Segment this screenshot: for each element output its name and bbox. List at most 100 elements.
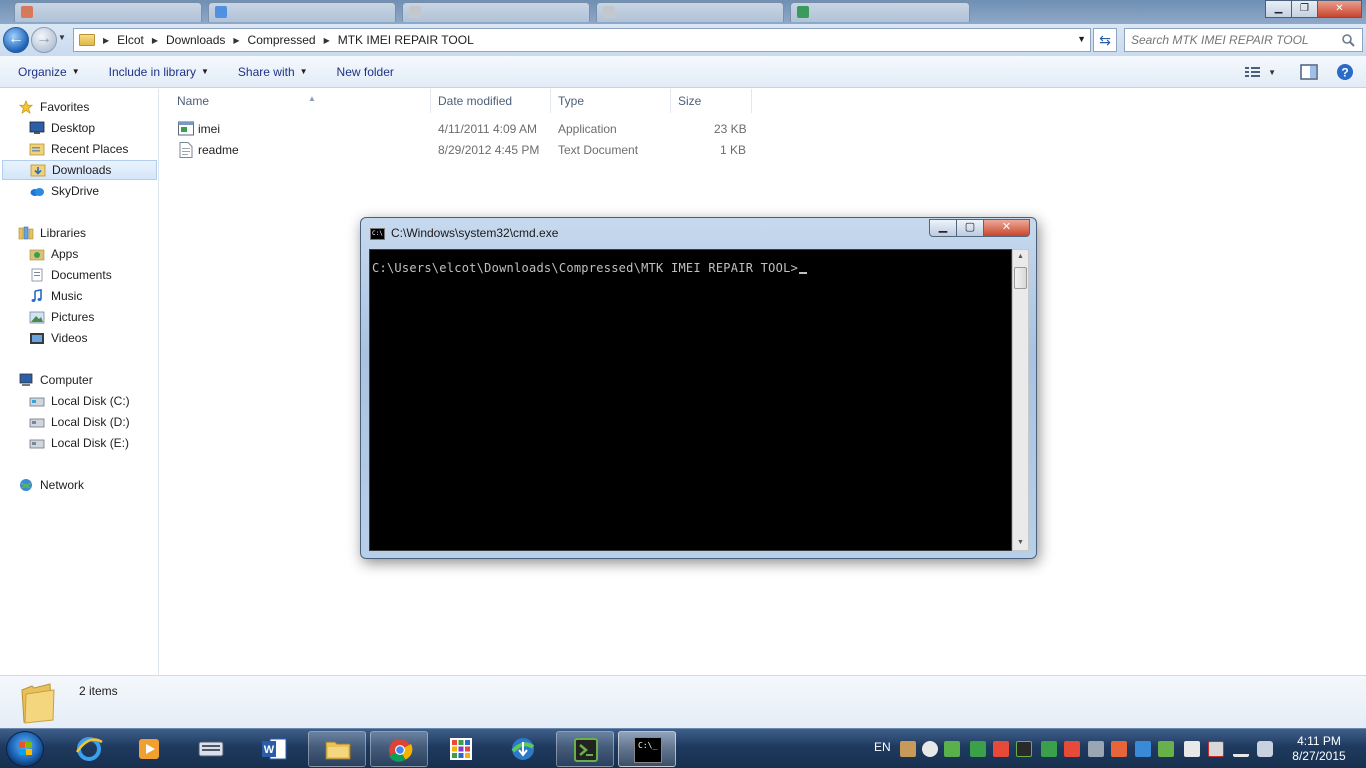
nav-label: Local Disk (E:) [51, 436, 130, 450]
column-header-type[interactable]: Type [552, 89, 671, 113]
network-icon [20, 479, 32, 491]
terminal-app-icon [574, 738, 598, 762]
taskbar-cmd[interactable]: C:\_ [618, 731, 676, 767]
tray-security-icon[interactable] [970, 741, 986, 757]
console-scrollbar[interactable]: ▲ ▼ [1012, 249, 1029, 551]
background-tab[interactable] [790, 2, 970, 22]
breadcrumb-compressed[interactable]: Compressed [248, 33, 316, 47]
nav-label: SkyDrive [51, 184, 100, 198]
cmd-close-button[interactable]: ✕ [983, 219, 1030, 237]
forward-button[interactable]: → [31, 27, 57, 53]
nav-network[interactable]: Network [18, 475, 175, 495]
clock[interactable]: 4:11 PM 8/27/2015 [1284, 734, 1354, 764]
nav-computer[interactable]: Computer [18, 370, 175, 390]
taskbar-media-player[interactable] [120, 731, 178, 767]
tray-app-icon[interactable] [1041, 741, 1057, 757]
nav-label: Apps [51, 247, 79, 261]
chevron-right-icon[interactable]: ▶ [233, 36, 239, 45]
column-header-size[interactable]: Size [672, 89, 752, 113]
taskbar-keyboard-app[interactable] [182, 731, 240, 767]
help-icon[interactable]: ? [1334, 62, 1356, 82]
tray-signal-icon[interactable] [1233, 741, 1249, 757]
nav-downloads[interactable]: Downloads [2, 160, 157, 180]
nav-favorites[interactable]: Favorites [18, 97, 175, 117]
hard-drive-icon [29, 397, 45, 407]
tray-shield-icon[interactable] [993, 741, 1009, 757]
window-controls: ▁ ❐ ✕ [1265, 0, 1362, 18]
include-in-library-menu[interactable]: Include in library ▼ [89, 56, 218, 87]
hard-drive-icon [29, 439, 45, 449]
background-tab[interactable] [402, 2, 590, 22]
tray-device-icon[interactable] [1184, 741, 1200, 757]
language-indicator[interactable]: EN [874, 740, 891, 754]
internet-explorer-icon [75, 737, 103, 761]
taskbar-download-manager[interactable] [494, 731, 552, 767]
taskbar-word[interactable]: W [245, 731, 303, 767]
column-header-date-modified[interactable]: Date modified [432, 89, 551, 113]
cmd-maximize-button[interactable]: ▢ [956, 219, 984, 237]
nav-label: Documents [51, 268, 112, 282]
tray-app-icon[interactable] [944, 741, 960, 757]
view-dropdown-icon[interactable]: ▼ [1268, 68, 1276, 77]
address-bar[interactable]: ▶ Elcot ▶ Downloads ▶ Compressed ▶ MTK IMEI … [73, 28, 1091, 52]
tray-display-icon[interactable] [1088, 741, 1104, 757]
taskbar-apps-grid[interactable] [432, 731, 490, 767]
scroll-up-icon[interactable]: ▲ [1013, 250, 1028, 264]
breadcrumb-current-folder[interactable]: MTK IMEI REPAIR TOOL [338, 33, 474, 47]
download-manager-icon [511, 738, 535, 760]
tray-wireless-icon[interactable] [922, 741, 938, 757]
tray-app-icon[interactable] [1111, 741, 1127, 757]
background-tab[interactable] [596, 2, 784, 22]
new-folder-button[interactable]: New folder [317, 56, 403, 87]
preview-pane-icon[interactable] [1298, 62, 1320, 82]
address-dropdown-icon[interactable]: ▼ [1077, 34, 1086, 44]
background-tab[interactable] [208, 2, 396, 22]
cmd-window[interactable]: C:\ C:\Windows\system32\cmd.exe ▁ ▢ ✕ C:… [360, 217, 1037, 559]
start-button[interactable] [6, 731, 44, 767]
tray-app-icon[interactable] [1064, 741, 1080, 757]
organize-menu[interactable]: Organize ▼ [0, 56, 89, 87]
column-label: Type [558, 94, 585, 108]
column-header-name[interactable]: Name ▲ [171, 89, 431, 113]
file-row[interactable]: imei 4/11/2011 4:09 AM Application 23 KB [176, 119, 756, 139]
refresh-button[interactable]: ⇆ [1093, 28, 1117, 52]
breadcrumb-downloads[interactable]: Downloads [166, 33, 225, 47]
scrollbar-thumb[interactable] [1014, 267, 1027, 289]
scroll-down-icon[interactable]: ▼ [1013, 536, 1028, 550]
recent-pages-dropdown[interactable]: ▼ [58, 33, 66, 42]
back-button[interactable]: ← [3, 27, 29, 53]
nav-label: Recent Places [51, 142, 129, 156]
search-icon[interactable] [1341, 33, 1355, 47]
taskbar-terminal-app[interactable] [556, 731, 614, 767]
tray-app-icon[interactable] [1158, 741, 1174, 757]
organize-label: Organize [18, 64, 67, 79]
chevron-right-icon[interactable]: ▶ [152, 36, 158, 45]
nav-libraries[interactable]: Libraries [18, 223, 175, 243]
tray-network-error-icon[interactable] [1208, 741, 1224, 757]
tray-app-icon[interactable] [900, 741, 916, 757]
close-button[interactable]: ✕ [1317, 0, 1362, 18]
cmd-minimize-button[interactable]: ▁ [929, 219, 957, 237]
search-input[interactable] [1125, 29, 1325, 51]
change-view-icon[interactable] [1244, 62, 1266, 82]
new-folder-label: New folder [336, 64, 394, 79]
chevron-right-icon[interactable]: ▶ [324, 36, 330, 45]
chevron-right-icon[interactable]: ▶ [103, 36, 109, 45]
background-tab[interactable] [14, 2, 202, 22]
share-with-menu[interactable]: Share with ▼ [218, 56, 317, 87]
breadcrumb-elcot[interactable]: Elcot [117, 33, 144, 47]
text-document-icon [179, 142, 193, 158]
minimize-button[interactable]: ▁ [1265, 0, 1292, 18]
taskbar-internet-explorer[interactable] [60, 731, 118, 767]
prompt-text: C:\Users\elcot\Downloads\Compressed\MTK … [372, 261, 799, 275]
file-row[interactable]: readme 8/29/2012 4:45 PM Text Document 1… [176, 140, 756, 160]
restore-button[interactable]: ❐ [1291, 0, 1318, 18]
tray-app-icon[interactable] [1135, 741, 1151, 757]
tray-app-icon[interactable] [1016, 741, 1032, 757]
nav-label: Computer [40, 373, 93, 387]
taskbar-windows-explorer[interactable] [308, 731, 366, 767]
console-area[interactable]: C:\Users\elcot\Downloads\Compressed\MTK … [369, 249, 1012, 551]
volume-icon[interactable] [1257, 741, 1273, 757]
taskbar-chrome[interactable] [370, 731, 428, 767]
hard-drive-icon [29, 418, 45, 428]
